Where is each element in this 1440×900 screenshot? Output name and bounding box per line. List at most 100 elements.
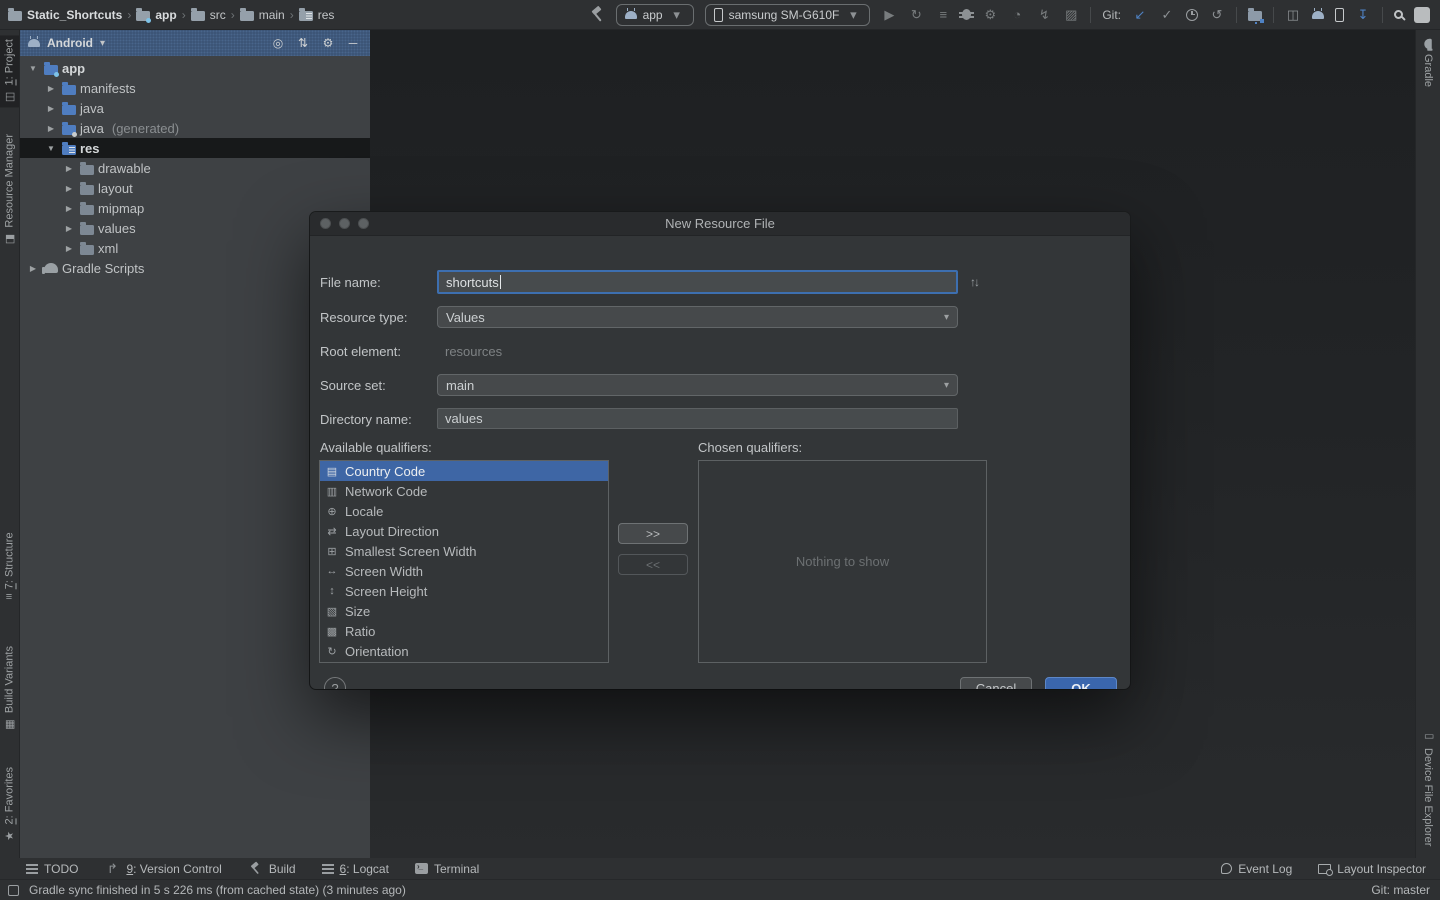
remove-qualifier-button[interactable]: <<	[618, 554, 688, 575]
breadcrumb-app[interactable]: app	[136, 8, 176, 22]
sidebar-item-resource-manager[interactable]: ◨ Resource Manager	[0, 130, 19, 250]
breadcrumb-res[interactable]: res	[299, 8, 335, 22]
qualifier-layout-direction[interactable]: ⇄ Layout Direction	[320, 521, 608, 541]
project-view-header[interactable]: Android ▾ ◎ ⇅ ⚙ ─	[20, 30, 370, 56]
expand-arrow-icon[interactable]: ▶	[44, 124, 58, 133]
restart-activity-icon[interactable]: ↻	[908, 8, 924, 21]
build-hammer-icon[interactable]	[590, 7, 605, 22]
add-qualifier-button[interactable]: >>	[618, 523, 688, 544]
qualifier-screen-width[interactable]: ↔ Screen Width	[320, 561, 608, 581]
qualifier-size[interactable]: ▧ Size	[320, 601, 608, 621]
terminal-tab[interactable]: Terminal	[415, 862, 479, 876]
git-branch-widget[interactable]: Git: master	[1371, 883, 1430, 897]
tree-row-manifests[interactable]: ▶ manifests	[20, 78, 370, 98]
tree-row-res[interactable]: ▼ res	[20, 138, 370, 158]
virtual-device-manager-icon[interactable]: ◫	[1285, 8, 1301, 21]
coverage-icon[interactable]: ▨	[1063, 8, 1079, 21]
project-structure-icon[interactable]	[1248, 11, 1262, 21]
sidebar-item-favorites[interactable]: ★ 2: Favorites	[0, 763, 19, 846]
qualifier-country-code[interactable]: ▤ Country Code	[320, 461, 608, 481]
expand-arrow-icon[interactable]: ▶	[62, 184, 76, 193]
background-tasks-icon[interactable]	[8, 885, 19, 896]
tree-row-drawable[interactable]: ▶ drawable	[20, 158, 370, 178]
dialog-title-bar[interactable]: New Resource File	[310, 212, 1130, 236]
qualifier-orientation[interactable]: ↻ Orientation	[320, 641, 608, 661]
git-history-icon[interactable]	[1186, 9, 1198, 21]
breadcrumb-project[interactable]: Static_Shortcuts	[8, 8, 122, 22]
run-configuration-select[interactable]: app ▾	[616, 4, 694, 26]
sidebar-item-build-variants[interactable]: ▦ Build Variants	[0, 642, 19, 735]
available-qualifiers-label: Available qualifiers:	[320, 440, 432, 455]
zoom-icon[interactable]	[358, 218, 369, 229]
sidebar-item-project[interactable]: ◫ 1: Project	[0, 35, 19, 107]
close-icon[interactable]	[320, 218, 331, 229]
hide-tool-window-icon[interactable]: ─	[344, 36, 362, 50]
search-everywhere-icon[interactable]	[1394, 10, 1403, 19]
code-with-me-avatar[interactable]	[1414, 7, 1430, 23]
qualifier-locale[interactable]: ⊕ Locale	[320, 501, 608, 521]
logcat-tab[interactable]: 6: Logcat	[322, 862, 389, 876]
sidebar-item-gradle[interactable]: Gradle	[1416, 35, 1440, 91]
tree-row-java[interactable]: ▶ java	[20, 98, 370, 118]
profiler-icon[interactable]: ◔	[1009, 8, 1025, 21]
expand-arrow-icon[interactable]: ▶	[62, 164, 76, 173]
event-log-icon	[1221, 863, 1232, 874]
qualifier-network-code[interactable]: ▥ Network Code	[320, 481, 608, 501]
sync-project-icon[interactable]: ↧	[1355, 8, 1371, 21]
debug-icon[interactable]	[962, 9, 971, 20]
expand-arrow-icon[interactable]: ▶	[62, 204, 76, 213]
event-log-tab[interactable]: Event Log	[1221, 862, 1292, 876]
ratio-icon: ▩	[325, 625, 339, 638]
resource-type-select[interactable]: Values ▾	[437, 306, 958, 328]
file-name-input[interactable]: shortcuts	[437, 270, 958, 294]
sidebar-item-device-file-explorer[interactable]: ▯ Device File Explorer	[1416, 726, 1440, 850]
module-folder-icon	[44, 65, 58, 75]
git-update-icon[interactable]: ↙	[1132, 8, 1148, 21]
sdk-manager-icon[interactable]	[1312, 11, 1324, 19]
tree-row-app[interactable]: ▼ app	[20, 58, 370, 78]
chevron-icon: ›	[289, 8, 295, 22]
sidebar-item-structure[interactable]: ≡ 7: Structure	[0, 528, 19, 604]
expand-arrow-icon[interactable]: ▶	[62, 224, 76, 233]
device-manager-icon[interactable]	[1335, 8, 1344, 22]
help-button[interactable]: ?	[324, 677, 346, 689]
expand-arrow-icon[interactable]: ▼	[26, 64, 40, 73]
history-arrows-icon[interactable]: ↑↓	[970, 275, 978, 289]
expand-arrow-icon[interactable]: ▼	[44, 144, 58, 153]
git-rollback-icon[interactable]: ↺	[1209, 8, 1225, 21]
cancel-button[interactable]: Cancel	[960, 677, 1032, 689]
git-commit-icon[interactable]: ✓	[1159, 8, 1175, 21]
tree-row-java-generated[interactable]: ▶ java (generated)	[20, 118, 370, 138]
expand-arrow-icon[interactable]: ▶	[62, 244, 76, 253]
expand-arrow-icon[interactable]: ▶	[44, 104, 58, 113]
apply-changes-icon[interactable]: ≡	[935, 8, 951, 21]
device-select[interactable]: samsung SM-G610F ▾	[705, 4, 871, 26]
ok-button[interactable]: OK	[1045, 677, 1117, 689]
todo-tab[interactable]: TODO	[26, 862, 78, 876]
breadcrumb-src[interactable]: src	[191, 8, 226, 22]
folder-icon	[191, 11, 205, 21]
tree-row-layout[interactable]: ▶ layout	[20, 178, 370, 198]
expand-arrow-icon[interactable]: ▶	[44, 84, 58, 93]
expand-arrow-icon[interactable]: ▶	[26, 264, 40, 273]
collapse-all-icon[interactable]: ⇅	[294, 36, 312, 50]
directory-name-label: Directory name:	[320, 412, 412, 427]
apply-code-changes-icon[interactable]: ⚙	[982, 8, 998, 21]
breadcrumb-label: Static_Shortcuts	[27, 8, 122, 22]
breadcrumb-main[interactable]: main	[240, 8, 285, 22]
select-opened-file-icon[interactable]: ◎	[269, 36, 287, 50]
layout-inspector-tab[interactable]: Layout Inspector	[1318, 862, 1426, 876]
build-tab[interactable]: Build	[248, 861, 296, 876]
attach-debugger-icon[interactable]: ↯	[1036, 8, 1052, 21]
gear-icon[interactable]: ⚙	[319, 36, 337, 50]
directory-name-input[interactable]: values	[437, 408, 958, 429]
qualifier-smallest-screen-width[interactable]: ⊞ Smallest Screen Width	[320, 541, 608, 561]
qualifier-ratio[interactable]: ▩ Ratio	[320, 621, 608, 641]
source-set-select[interactable]: main ▾	[437, 374, 958, 396]
run-icon[interactable]: ▶	[881, 8, 897, 21]
tool-label: 1: Project	[4, 39, 16, 85]
qualifier-screen-height[interactable]: ↕ Screen Height	[320, 581, 608, 601]
minimize-icon[interactable]	[339, 218, 350, 229]
layout-direction-icon: ⇄	[325, 525, 339, 538]
version-control-tab[interactable]: ↱ 9: Version Control	[104, 862, 221, 876]
